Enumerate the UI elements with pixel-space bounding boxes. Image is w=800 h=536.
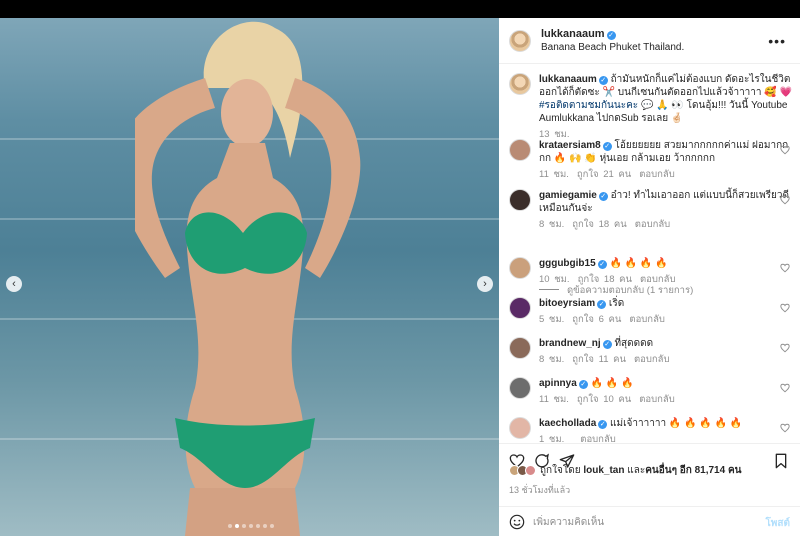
comment-item: krataersiam8 ✓ โอ้ยยยยยย สวยมากกกกกค่าแม่… [509, 139, 794, 181]
reply-button[interactable]: ตอบกลับ [635, 219, 671, 230]
verified-icon: ✓ [602, 142, 612, 151]
verified-icon: ✓ [597, 260, 607, 269]
post-header: lukkanaaum ✓ Banana Beach Phuket Thailand… [499, 18, 800, 64]
liked-by-prefix: ถูกใจโดย [540, 465, 581, 476]
comment-time: 8 ชม. [539, 354, 565, 365]
bookmark-icon[interactable] [773, 453, 789, 469]
comment-text: เริ่ด [608, 298, 625, 309]
view-replies-button[interactable]: ดูข้อความตอบกลับ (1 รายการ) [539, 283, 693, 298]
comment-time: 11 ชม. [539, 169, 569, 180]
comment-item: gggubgib15 ✓ 🔥 🔥 🔥 🔥 10 ชม. ถูกใจ 18 คน ตอบก… [509, 257, 794, 286]
carousel-prev-button[interactable]: ‹ [6, 276, 22, 292]
header-username[interactable]: lukkanaaum [541, 28, 605, 40]
comment-input[interactable] [533, 514, 733, 530]
comment-item: apinnya ✓ 🔥 🔥 🔥 11 ชม. ถูกใจ 10 คน ตอบกลับ [509, 377, 794, 406]
verified-icon: ✓ [598, 192, 608, 201]
verified-icon: ✓ [602, 340, 612, 349]
carousel-dot [249, 524, 253, 528]
liked-by-user[interactable]: louk_tan [583, 465, 624, 476]
comment-username[interactable]: gggubgib15 [539, 258, 596, 269]
comment-text: ที่สุดดดด [614, 338, 654, 349]
more-options-icon[interactable]: ••• [768, 33, 786, 49]
avatar[interactable] [509, 29, 531, 52]
comment-username[interactable]: bitoeyrsiam [539, 298, 595, 309]
verified-icon: ✓ [598, 76, 608, 85]
post-panel: lukkanaaum ✓ Banana Beach Phuket Thailand… [499, 18, 800, 536]
location-link[interactable]: Banana Beach Phuket Thailand. [541, 41, 684, 55]
comment-text: แม่เจ้าาาาาา 🔥 🔥 🔥 🔥 🔥 [610, 418, 743, 429]
comment-text: 🔥 🔥 🔥 🔥 [609, 258, 668, 269]
comment-heart-icon[interactable] [780, 263, 790, 273]
liked-by-middle: และ [627, 465, 646, 476]
comment-time: 8 ชม. [539, 219, 565, 230]
comment-heart-icon[interactable] [780, 423, 790, 433]
comment-text: 🔥 🔥 🔥 [590, 378, 634, 389]
reply-button[interactable]: ตอบกลับ [639, 394, 675, 405]
reply-button[interactable]: ตอบกลับ [634, 354, 670, 365]
caption: lukkanaaum ✓ ถ้ามันหนักก็แค่ไม่ต้องแบก ดั… [509, 73, 794, 141]
comment-likes[interactable]: ถูกใจ 6 คน [572, 314, 621, 325]
comment-username[interactable]: krataersiam8 [539, 140, 601, 151]
comment-heart-icon[interactable] [780, 383, 790, 393]
post-comment-button[interactable]: โพสต์ [765, 516, 790, 531]
verified-icon: ✓ [597, 300, 607, 309]
avatar[interactable] [509, 417, 531, 439]
model-figure [135, 21, 361, 536]
avatar[interactable] [509, 377, 531, 399]
verified-icon: ✓ [606, 30, 616, 40]
comment-username[interactable]: kaechollada [539, 418, 596, 429]
comment-likes[interactable]: ถูกใจ 11 คน [572, 354, 626, 365]
comment-heart-icon[interactable] [780, 343, 790, 353]
comment-likes[interactable]: ถูกใจ 10 คน [577, 394, 631, 405]
comment-username[interactable]: apinnya [539, 378, 577, 389]
carousel-dot [270, 524, 274, 528]
avatar[interactable] [509, 297, 531, 319]
comment-likes[interactable]: ถูกใจ 21 คน [577, 169, 631, 180]
comment-username[interactable]: brandnew_nj [539, 338, 601, 349]
view-replies-label: ดูข้อความตอบกลับ (1 รายการ) [567, 285, 694, 296]
avatar[interactable] [509, 139, 531, 161]
emoji-icon[interactable] [509, 514, 525, 530]
top-bar [0, 0, 800, 18]
comment-time: 5 ชม. [539, 314, 565, 325]
reply-button[interactable]: ตอบกลับ [629, 314, 665, 325]
comment-item: bitoeyrsiam ✓ เริ่ด 5 ชม. ถูกใจ 6 คน ตอบกลับ [509, 297, 794, 326]
comment-heart-icon[interactable] [780, 195, 790, 205]
carousel-dot [228, 524, 232, 528]
caption-username[interactable]: lukkanaaum [539, 74, 597, 85]
avatar[interactable] [509, 189, 531, 211]
comment-username[interactable]: gamiegamie [539, 190, 597, 201]
avatar[interactable] [509, 257, 531, 279]
comment-time: 11 ชม. [539, 394, 569, 405]
reply-button[interactable]: ตอบกลับ [639, 169, 675, 180]
comment-heart-icon[interactable] [780, 145, 790, 155]
add-comment-bar: โพสต์ [499, 506, 800, 536]
carousel-dot [242, 524, 246, 528]
hashtag-link[interactable]: #รอติดตามชมกันนะคะ [539, 100, 638, 111]
avatar [525, 465, 536, 476]
verified-icon: ✓ [578, 380, 588, 389]
post-image[interactable]: ‹ › [0, 18, 499, 536]
verified-icon: ✓ [598, 420, 608, 429]
liked-by-others[interactable]: คนอื่นๆ อีก 81,714 คน [645, 463, 741, 478]
carousel-dots [228, 524, 274, 528]
comment-likes[interactable]: ถูกใจ 18 คน [572, 219, 626, 230]
carousel-next-button[interactable]: › [477, 276, 493, 292]
carousel-dot [263, 524, 267, 528]
carousel-dot [256, 524, 260, 528]
carousel-dot [235, 524, 239, 528]
avatar[interactable] [509, 337, 531, 359]
comment-item: gamiegamie ✓ อ๋าว! ทำไมเอาออก แต่แบบนี้ก็… [509, 189, 794, 231]
avatar[interactable] [509, 73, 531, 95]
comment-heart-icon[interactable] [780, 303, 790, 313]
liked-by: ถูกใจโดย louk_tan และ คนอื่นๆ อีก 81,714 … [509, 463, 741, 478]
comment-item: brandnew_nj ✓ ที่สุดดดด 8 ชม. ถูกใจ 11 คน ตอ… [509, 337, 794, 366]
comments-list: lukkanaaum ✓ ถ้ามันหนักก็แค่ไม่ต้องแบก ดั… [499, 65, 800, 445]
comment-item: kaechollada ✓ แม่เจ้าาาาาา 🔥 🔥 🔥 🔥 🔥 1 ชม.… [509, 417, 794, 445]
post-time: 13 ชั่วโมงที่แล้ว [509, 485, 571, 495]
